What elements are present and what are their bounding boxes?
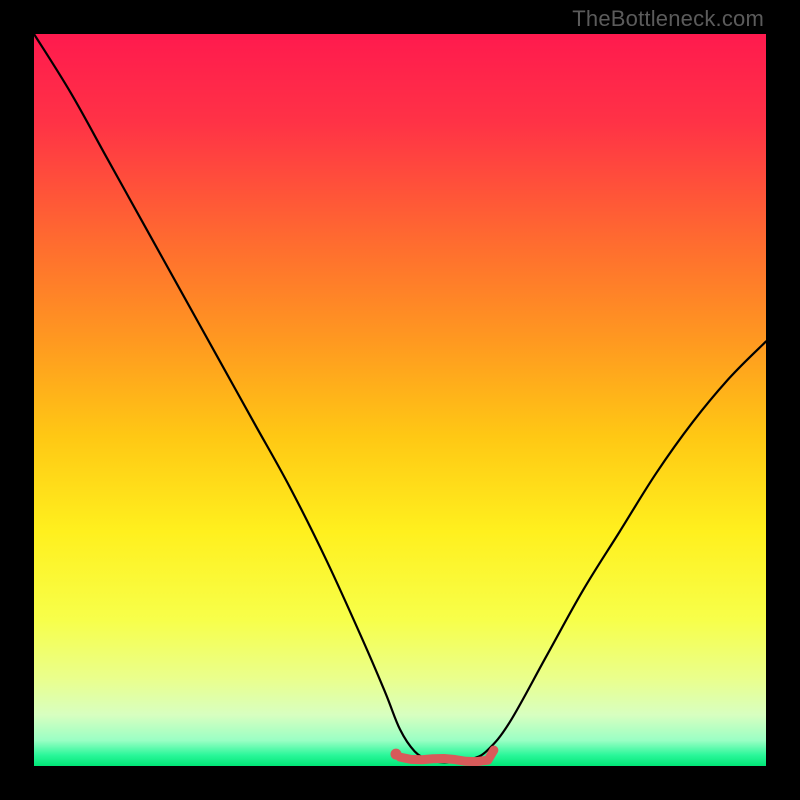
chart-frame: TheBottleneck.com xyxy=(0,0,800,800)
curve-layer xyxy=(34,34,766,766)
optimal-start-dot xyxy=(391,749,402,760)
bottleneck-curve xyxy=(34,34,766,762)
watermark-text: TheBottleneck.com xyxy=(572,6,764,32)
plot-area xyxy=(34,34,766,766)
